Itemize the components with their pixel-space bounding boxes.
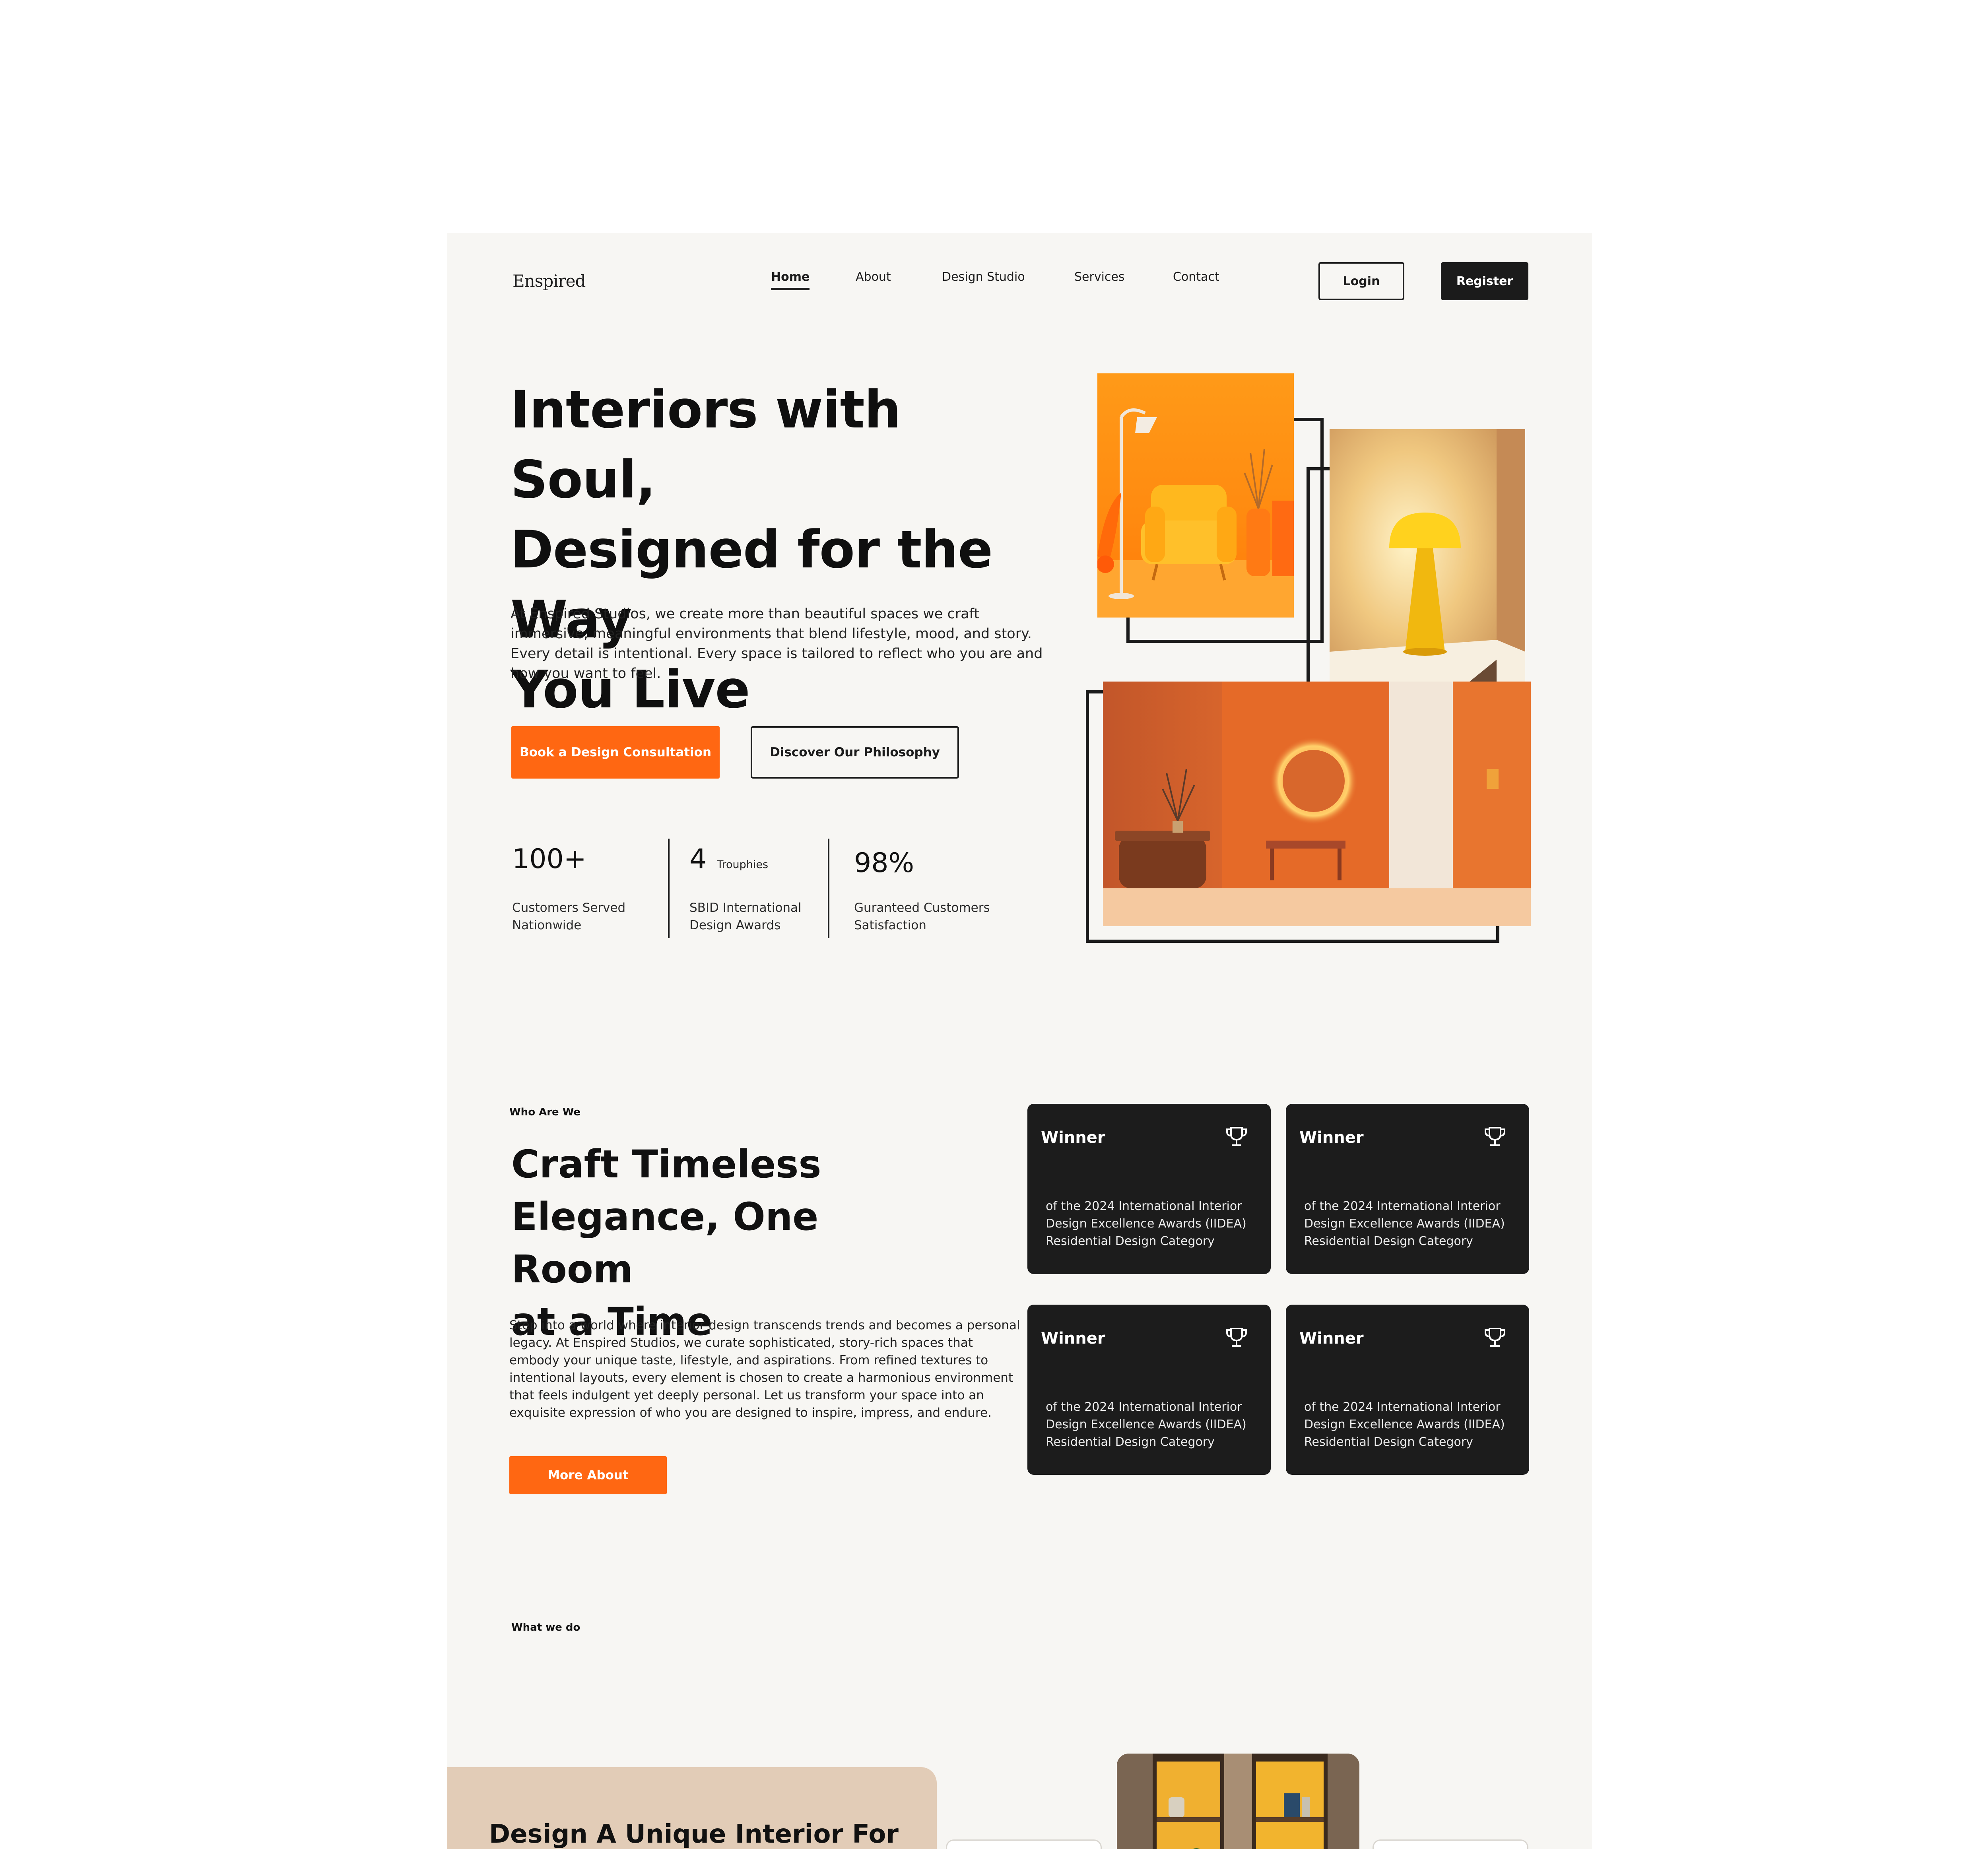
about-description: Step into a world where interior design … bbox=[509, 1318, 1020, 1420]
nav-link-design-studio[interactable]: Design Studio bbox=[942, 270, 1025, 284]
stat-customers-label: Customers Served Nationwide bbox=[512, 901, 626, 932]
orange-hallway-photo bbox=[1103, 682, 1531, 926]
more-about-button[interactable]: More About bbox=[509, 1456, 667, 1494]
service-feature-title: Design A Unique Interior For bbox=[489, 1820, 899, 1849]
award-card-text: of the 2024 International Interior Desig… bbox=[1046, 1199, 1246, 1248]
discover-philosophy-button[interactable]: Discover Our Philosophy bbox=[751, 726, 959, 779]
trophy-icon bbox=[1485, 1328, 1505, 1347]
award-card: Winner of the 2024 International Interio… bbox=[1027, 1305, 1271, 1475]
stat-awards-value: 4 bbox=[689, 843, 707, 875]
stat-awards-label: SBID International Design Awards bbox=[689, 901, 802, 932]
service-card[interactable] bbox=[946, 1839, 1102, 1849]
stat-divider bbox=[668, 839, 670, 938]
hero-description: At Enspired Studios, we create more than… bbox=[511, 606, 1043, 682]
about-title-line: Elegance, One Room bbox=[511, 1194, 819, 1292]
stat-divider bbox=[828, 839, 829, 938]
nav-link-contact[interactable]: Contact bbox=[1173, 270, 1219, 284]
book-consultation-button[interactable]: Book a Design Consultation bbox=[511, 726, 720, 779]
trophy-icon bbox=[1485, 1127, 1505, 1146]
who-are-we-eyebrow: Who Are We bbox=[509, 1106, 581, 1118]
register-button[interactable]: Register bbox=[1441, 262, 1528, 300]
shelf-interior-photo bbox=[1117, 1754, 1359, 1849]
award-card-title: Winner bbox=[1041, 1128, 1105, 1147]
stat-customers-value: 100+ bbox=[512, 843, 586, 875]
nav-link-home[interactable]: Home bbox=[771, 270, 810, 290]
award-card-text: of the 2024 International Interior Desig… bbox=[1046, 1400, 1246, 1449]
about-title-line: Craft Timeless bbox=[511, 1142, 821, 1187]
landing-page: Enspired Home About Design Studio Servic… bbox=[447, 233, 1592, 1849]
award-card-title: Winner bbox=[1299, 1128, 1364, 1147]
award-card: Winner of the 2024 International Interio… bbox=[1027, 1104, 1271, 1274]
award-card-text: of the 2024 International Interior Desig… bbox=[1304, 1199, 1505, 1248]
award-card: Winner of the 2024 International Interio… bbox=[1286, 1104, 1529, 1274]
nav-link-services[interactable]: Services bbox=[1074, 270, 1125, 284]
what-we-do-eyebrow: What we do bbox=[511, 1622, 580, 1633]
service-card[interactable] bbox=[1373, 1839, 1528, 1849]
trophy-icon bbox=[1226, 1127, 1247, 1146]
hero-title-line: Interiors with Soul, bbox=[511, 379, 901, 510]
brand-logo[interactable]: Enspired bbox=[513, 271, 586, 291]
award-card-title: Winner bbox=[1041, 1329, 1105, 1348]
trophy-icon bbox=[1226, 1328, 1247, 1347]
yellow-lamp-photo bbox=[1330, 429, 1525, 715]
orange-armchair-photo bbox=[1097, 373, 1294, 618]
stat-awards-suffix: Trouphies bbox=[717, 858, 769, 871]
award-card-text: of the 2024 International Interior Desig… bbox=[1304, 1400, 1505, 1449]
stat-satisfaction-label: Guranteed Customers Satisfaction bbox=[854, 901, 990, 932]
login-button[interactable]: Login bbox=[1318, 262, 1404, 300]
award-card: Winner of the 2024 International Interio… bbox=[1286, 1305, 1529, 1475]
stat-satisfaction-value: 98% bbox=[854, 847, 914, 879]
award-card-title: Winner bbox=[1299, 1329, 1364, 1348]
nav-link-about[interactable]: About bbox=[856, 270, 891, 284]
